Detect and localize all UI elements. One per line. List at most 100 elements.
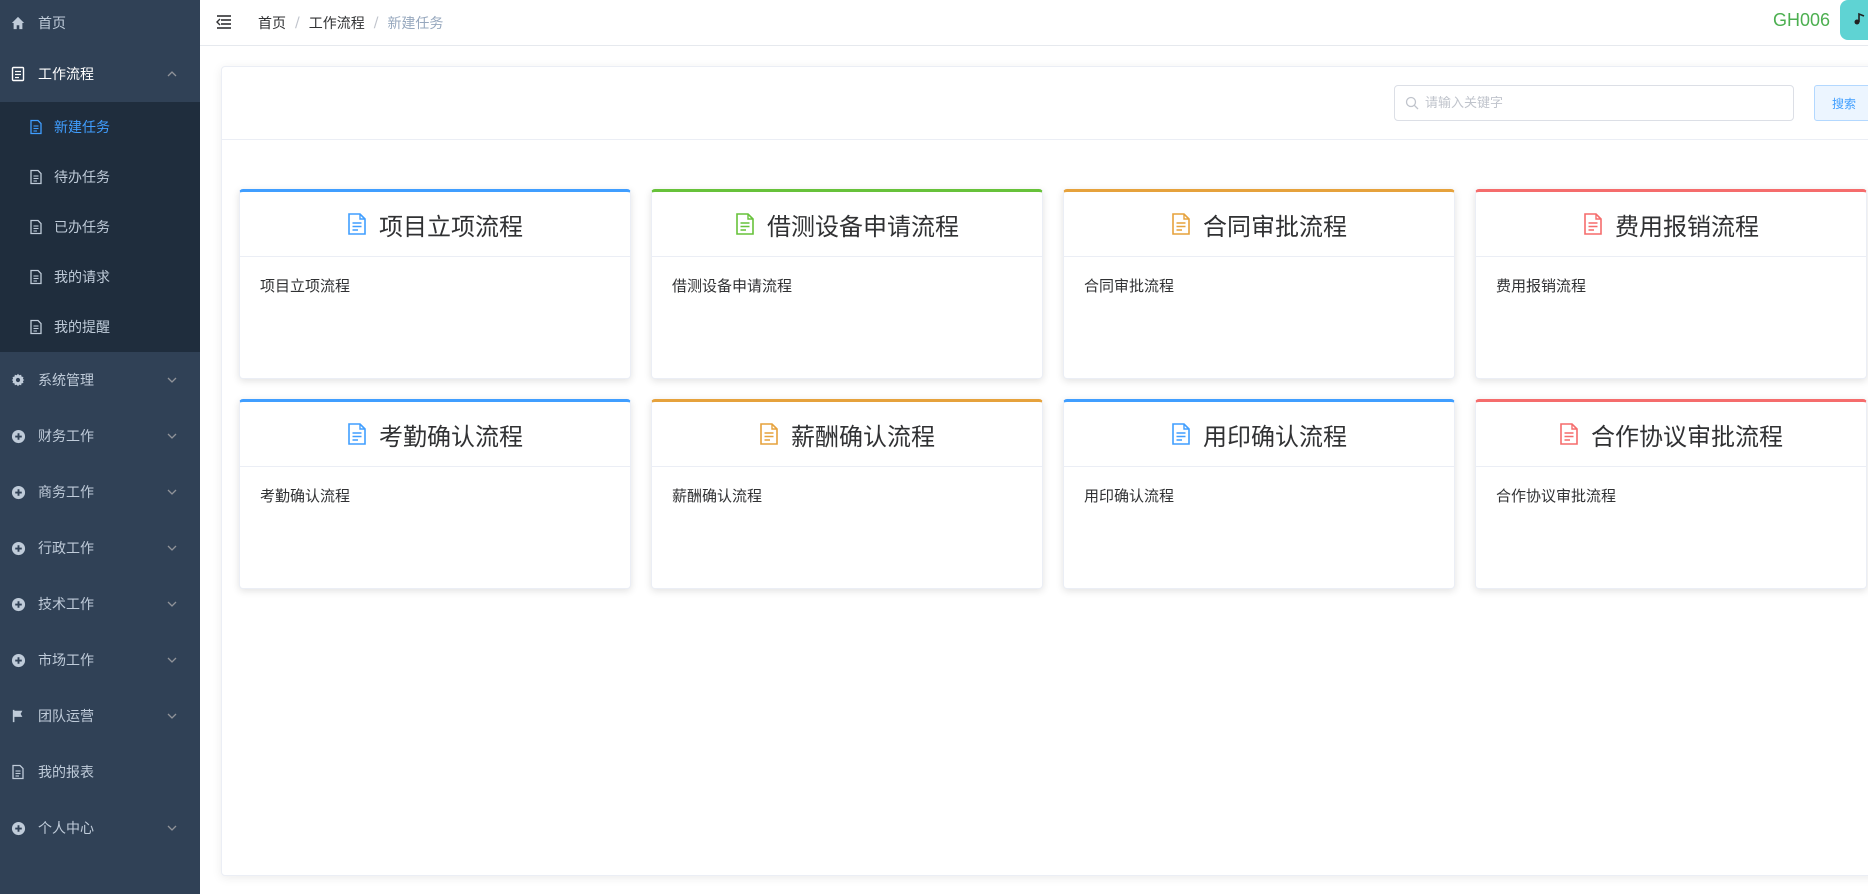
panel-header: 搜索 xyxy=(222,67,1868,140)
chevron-down-icon xyxy=(166,486,178,498)
sidebar-item-system[interactable]: 系统管理 xyxy=(0,352,200,408)
sidebar-item-label: 技术工作 xyxy=(38,597,94,613)
top-navbar: 首页 / 工作流程 / 新建任务 GH006 xyxy=(200,0,1868,46)
card-title: 合同审批流程 xyxy=(1203,212,1347,241)
document-icon xyxy=(28,219,44,235)
sidebar-item-market[interactable]: 市场工作 xyxy=(0,632,200,688)
sidebar-item-new-task[interactable]: 新建任务 xyxy=(0,102,200,152)
process-card[interactable]: 考勤确认流程 考勤确认流程 xyxy=(239,399,631,589)
sidebar-item-my-requests[interactable]: 我的请求 xyxy=(0,252,200,302)
gear-icon xyxy=(10,372,26,388)
sidebar-item-label: 工作流程 xyxy=(38,67,94,83)
plus-circle-icon xyxy=(10,596,26,612)
breadcrumb-separator: / xyxy=(373,14,379,31)
sidebar-item-workflow[interactable]: 工作流程 xyxy=(0,46,200,102)
sidebar-item-admin[interactable]: 行政工作 xyxy=(0,520,200,576)
home-icon xyxy=(10,15,26,31)
plus-circle-icon xyxy=(10,484,26,500)
sidebar-item-label: 行政工作 xyxy=(38,541,94,557)
card-description: 项目立项流程 xyxy=(260,277,351,295)
search-button[interactable]: 搜索 xyxy=(1814,85,1868,121)
plus-circle-icon xyxy=(10,820,26,836)
card-title: 费用报销流程 xyxy=(1615,212,1759,241)
chevron-up-icon xyxy=(166,68,178,80)
process-card[interactable]: 借测设备申请流程 借测设备申请流程 xyxy=(651,189,1043,379)
chevron-down-icon xyxy=(166,542,178,554)
sidebar-item-tech[interactable]: 技术工作 xyxy=(0,576,200,632)
card-header: 合同审批流程 xyxy=(1064,192,1454,257)
card-header: 合作协议审批流程 xyxy=(1476,402,1866,467)
sidebar-item-label: 首页 xyxy=(38,16,66,32)
document-icon xyxy=(28,119,44,135)
process-card[interactable]: 项目立项流程 项目立项流程 xyxy=(239,189,631,379)
plus-circle-icon xyxy=(10,652,26,668)
process-card[interactable]: 薪酬确认流程 薪酬确认流程 xyxy=(651,399,1043,589)
sidebar-item-home[interactable]: 首页 xyxy=(0,0,200,46)
user-code: GH006 xyxy=(1772,10,1830,30)
breadcrumb-workflow[interactable]: 工作流程 xyxy=(309,13,365,33)
card-title: 合作协议审批流程 xyxy=(1591,422,1783,451)
card-description: 薪酬确认流程 xyxy=(672,487,763,505)
sidebar-item-label: 我的请求 xyxy=(54,270,110,286)
sidebar-item-my-reminders[interactable]: 我的提醒 xyxy=(0,302,200,352)
search-input-wrapper[interactable] xyxy=(1394,85,1794,121)
card-header: 借测设备申请流程 xyxy=(652,192,1042,257)
document-icon xyxy=(1171,423,1193,445)
chevron-down-icon xyxy=(166,374,178,386)
sidebar-item-finance[interactable]: 财务工作 xyxy=(0,408,200,464)
card-header: 用印确认流程 xyxy=(1064,402,1454,467)
document-icon xyxy=(1559,423,1581,445)
sidebar-item-label: 系统管理 xyxy=(38,373,94,389)
avatar[interactable] xyxy=(1840,0,1868,40)
sidebar-item-label: 商务工作 xyxy=(38,485,94,501)
sidebar-item-label: 我的提醒 xyxy=(54,320,110,336)
card-title: 项目立项流程 xyxy=(379,212,523,241)
sidebar-item-label: 市场工作 xyxy=(38,653,94,669)
sidebar-item-label: 我的报表 xyxy=(38,765,94,781)
plus-circle-icon xyxy=(10,540,26,556)
sidebar-item-label: 新建任务 xyxy=(54,120,110,136)
card-title: 薪酬确认流程 xyxy=(791,422,935,451)
sidebar-item-todo[interactable]: 待办任务 xyxy=(0,152,200,202)
chevron-down-icon xyxy=(166,710,178,722)
sidebar-item-label: 财务工作 xyxy=(38,429,94,445)
chevron-down-icon xyxy=(166,654,178,666)
breadcrumb-home[interactable]: 首页 xyxy=(258,13,286,33)
card-description: 合作协议审批流程 xyxy=(1496,487,1617,505)
breadcrumb-current: 新建任务 xyxy=(387,15,444,32)
card-description: 用印确认流程 xyxy=(1084,487,1175,505)
card-description: 考勤确认流程 xyxy=(260,487,351,505)
hamburger-menu-icon[interactable] xyxy=(216,13,236,33)
sidebar-item-business[interactable]: 商务工作 xyxy=(0,464,200,520)
chevron-down-icon xyxy=(166,430,178,442)
sidebar-item-label: 团队运营 xyxy=(38,709,94,725)
search-input[interactable] xyxy=(1425,95,1793,111)
sidebar-item-team[interactable]: 团队运营 xyxy=(0,688,200,744)
card-title: 用印确认流程 xyxy=(1203,422,1347,451)
document-icon xyxy=(10,764,26,780)
card-header: 项目立项流程 xyxy=(240,192,630,257)
sidebar-item-done[interactable]: 已办任务 xyxy=(0,202,200,252)
card-title: 借测设备申请流程 xyxy=(767,212,959,241)
chevron-down-icon xyxy=(166,822,178,834)
breadcrumb: 首页 / 工作流程 / 新建任务 xyxy=(258,13,443,33)
document-icon xyxy=(347,213,369,235)
process-card[interactable]: 合同审批流程 合同审批流程 xyxy=(1063,189,1455,379)
sidebar-item-my-reports[interactable]: 我的报表 xyxy=(0,744,200,800)
search-icon xyxy=(1405,96,1419,110)
workflow-submenu: 新建任务 待办任务 已办任务 我的请求 我的提醒 xyxy=(0,102,200,352)
sidebar-item-personal-center[interactable]: 个人中心 xyxy=(0,800,200,856)
card-description: 合同审批流程 xyxy=(1084,277,1175,295)
process-card[interactable]: 费用报销流程 费用报销流程 xyxy=(1475,189,1867,379)
process-card[interactable]: 合作协议审批流程 合作协议审批流程 xyxy=(1475,399,1867,589)
document-icon xyxy=(1171,213,1193,235)
chevron-down-icon xyxy=(166,598,178,610)
sidebar-item-label: 待办任务 xyxy=(54,170,110,186)
breadcrumb-separator: / xyxy=(295,14,300,31)
card-header: 薪酬确认流程 xyxy=(652,402,1042,467)
document-icon xyxy=(1583,213,1605,235)
process-card[interactable]: 用印确认流程 用印确认流程 xyxy=(1063,399,1455,589)
card-description: 借测设备申请流程 xyxy=(672,277,793,295)
card-description: 费用报销流程 xyxy=(1496,277,1587,295)
content-panel: 搜索 项目立项流程项目立项流程借测设备申请流程借测设备申请流程合同审批流程合同审… xyxy=(221,66,1868,876)
